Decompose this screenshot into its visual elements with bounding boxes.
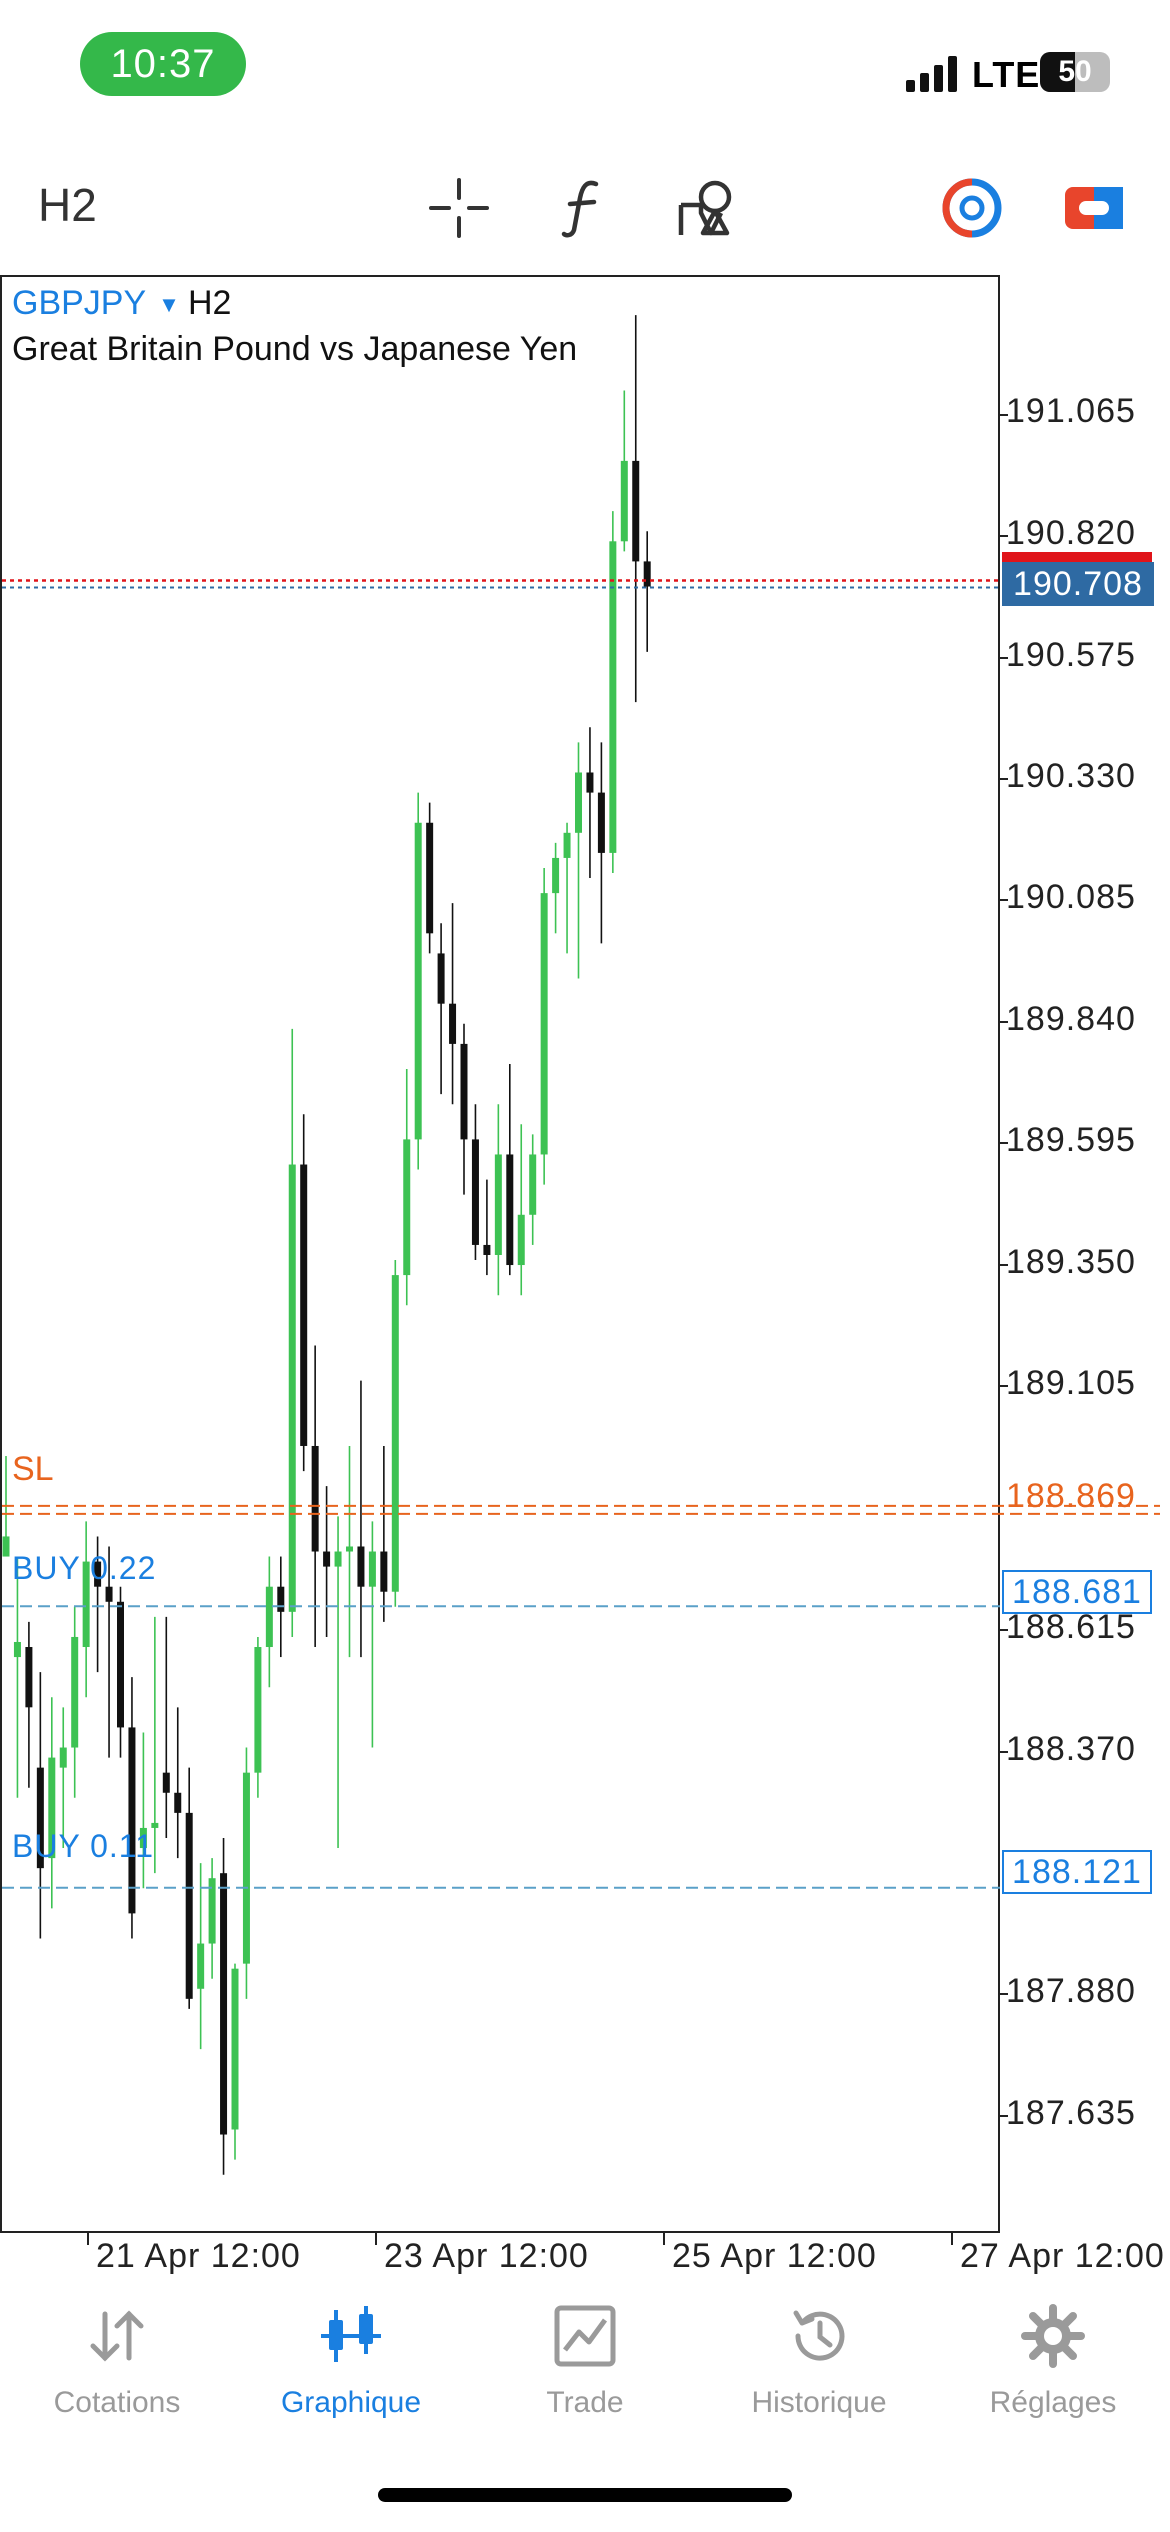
bull-candle-body [254, 1647, 262, 1773]
tab-label: Trade [546, 2386, 624, 2419]
quotes-arrows-icon [81, 2300, 153, 2372]
bull-candle-body [620, 460, 628, 542]
bear-candle-body [105, 1586, 113, 1602]
bear-candle-body [25, 1647, 33, 1708]
bear-candle-body [323, 1551, 331, 1567]
dropdown-arrow-icon: ▼ [158, 292, 180, 318]
price-tick-label: 187.635 [1006, 2094, 1136, 2132]
price-tick-label: 191.065 [1006, 392, 1136, 430]
settings-gear-icon [1017, 2300, 1089, 2372]
bull-candle-body [346, 1546, 353, 1552]
bull-candle-body [13, 1641, 21, 1658]
bull-candle-body [197, 1943, 205, 1989]
bull-candle-body [563, 832, 571, 858]
tab-reglages[interactable]: Réglages [936, 2300, 1170, 2420]
bear-candle-body [632, 460, 640, 562]
date-tick-label: 23 Apr 12:00 [384, 2237, 589, 2275]
bull-candle-body [231, 1968, 239, 2130]
home-indicator[interactable] [378, 2488, 792, 2502]
tab-label: Réglages [989, 2386, 1117, 2419]
price-tick-label: 189.840 [1006, 1000, 1136, 1038]
bear-candle-body [460, 1043, 468, 1140]
bear-candle-body [506, 1154, 514, 1266]
candles-group [2, 315, 651, 2175]
candlestick-chart-icon [315, 2300, 387, 2372]
date-tick-label: 27 Apr 12:00 [960, 2237, 1165, 2275]
chart-timeframe: H2 [187, 284, 232, 322]
tab-label: Historique [751, 2386, 887, 2419]
price-tick-label: 190.820 [1006, 514, 1136, 552]
bull-candle-body [2, 1536, 10, 1557]
bear-candle-body [128, 1727, 136, 1914]
stop-loss-label[interactable]: SL [12, 1450, 54, 1489]
tab-historique[interactable]: Historique [702, 2300, 936, 2420]
bear-candle-body [597, 792, 605, 853]
tab-label: Graphique [280, 2386, 422, 2419]
date-tick-label: 21 Apr 12:00 [96, 2237, 301, 2275]
bull-candle-body [59, 1747, 67, 1768]
bull-candle-body [552, 857, 560, 894]
symbol-description: Great Britain Pound vs Japanese Yen [12, 330, 578, 368]
bear-candle-body [471, 1139, 479, 1245]
tab-label: Cotations [53, 2386, 181, 2419]
price-tick-label: 188.370 [1006, 1730, 1136, 1768]
price-tick-label: 189.350 [1006, 1243, 1136, 1281]
bear-candle-body [437, 953, 445, 1004]
bull-candle-body [242, 1772, 250, 1964]
bull-candle-body [540, 893, 548, 1155]
bull-candle-body [334, 1551, 342, 1567]
symbol-selector[interactable]: GBPJPY ▼ H2 [12, 284, 231, 323]
bear-candle-body [185, 1812, 193, 1999]
bull-candle-body [391, 1275, 399, 1592]
bull-candle-body [517, 1214, 525, 1266]
history-clock-icon [783, 2300, 855, 2372]
price-tick-label: 189.105 [1006, 1364, 1136, 1402]
bear-candle-body [174, 1792, 182, 1813]
bull-candle-body [368, 1551, 376, 1587]
bear-candle-body [586, 772, 594, 793]
bear-candle-body [277, 1586, 285, 1612]
bull-candle-body [403, 1139, 411, 1276]
price-tick-label: 189.595 [1006, 1121, 1136, 1159]
tab-cotations[interactable]: Cotations [0, 2300, 234, 2420]
bear-candle-body [483, 1244, 491, 1255]
bull-candle-body [265, 1586, 273, 1648]
price-tick-label: 190.330 [1006, 757, 1136, 795]
bear-candle-body [357, 1546, 365, 1587]
bear-candle-body [449, 1003, 457, 1044]
symbol-name: GBPJPY [12, 284, 147, 322]
tab-graphique[interactable]: Graphique [234, 2300, 468, 2420]
bear-candle-body [162, 1772, 170, 1793]
price-tick-label: 187.880 [1006, 1972, 1136, 2010]
buy-order-label[interactable]: BUY 0.22 [12, 1550, 156, 1587]
trade-chart-icon [549, 2300, 621, 2372]
bear-candle-body [300, 1164, 308, 1446]
bid-price-marker [1002, 552, 1152, 562]
buy-order-label[interactable]: BUY 0.11 [12, 1828, 154, 1865]
bull-candle-body [414, 822, 422, 1140]
buy-order-price: 188.121 [1002, 1850, 1152, 1894]
tab-trade[interactable]: Trade [468, 2300, 702, 2420]
bull-candle-body [529, 1154, 537, 1215]
bull-candle-body [71, 1636, 79, 1748]
bear-candle-body [117, 1601, 124, 1728]
bull-candle-body [288, 1164, 296, 1612]
bear-candle-body [380, 1551, 388, 1592]
bear-candle-body [220, 1873, 228, 2135]
bear-candle-body [643, 561, 651, 587]
bear-candle-body [311, 1445, 319, 1552]
price-tick-label: 190.085 [1006, 878, 1136, 916]
price-tick-label: 190.575 [1006, 636, 1136, 674]
bear-candle-body [426, 822, 434, 934]
date-tick-label: 25 Apr 12:00 [672, 2237, 877, 2275]
stop-loss-price: 188.869 [1006, 1477, 1136, 1515]
buy-order-price: 188.681 [1002, 1570, 1152, 1614]
bull-candle-body [575, 772, 582, 833]
current-price-label: 190.708 [1002, 562, 1154, 606]
bull-candle-body [494, 1154, 502, 1255]
